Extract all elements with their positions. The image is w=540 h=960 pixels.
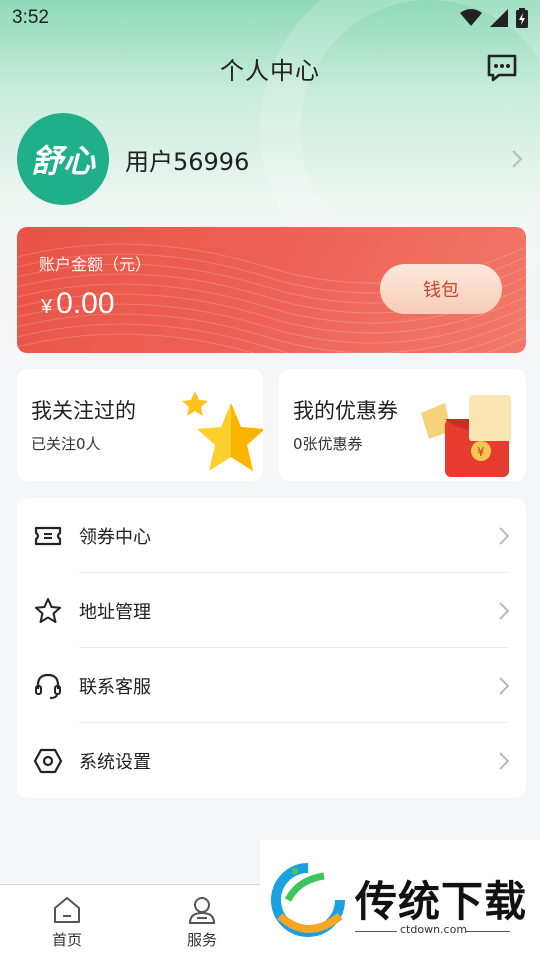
title-bar: 个人中心 bbox=[0, 40, 540, 96]
watermark-rule bbox=[466, 931, 510, 932]
status-icons bbox=[460, 8, 528, 28]
battery-icon bbox=[516, 8, 528, 28]
menu-item-address[interactable]: 地址管理 bbox=[17, 573, 526, 648]
svg-text:¥: ¥ bbox=[477, 445, 485, 459]
chevron-right-icon bbox=[499, 526, 510, 545]
followed-card[interactable]: 我关注过的 已关注0人 bbox=[17, 369, 263, 481]
menu-label: 领券中心 bbox=[79, 526, 151, 548]
tab-label: 首页 bbox=[51, 931, 82, 949]
chevron-right-icon bbox=[499, 751, 510, 770]
username: 用户56996 bbox=[125, 147, 250, 176]
profile-row[interactable]: 舒心 用户56996 bbox=[17, 113, 523, 205]
star-outline-icon bbox=[35, 597, 61, 623]
avatar[interactable]: 舒心 bbox=[17, 113, 109, 205]
balance-label: 账户金额（元） bbox=[39, 255, 152, 274]
wallet-button[interactable]: 钱包 bbox=[380, 264, 502, 314]
menu-item-coupon-center[interactable]: 领券中心 bbox=[17, 498, 526, 573]
tab-service[interactable]: 服务 bbox=[157, 895, 247, 950]
tab-label: 服务 bbox=[186, 931, 217, 949]
page-title: 个人中心 bbox=[220, 56, 320, 85]
star-icon bbox=[182, 391, 263, 471]
watermark-overlay: 传统下载 ctdown.com bbox=[260, 840, 540, 960]
menu-label: 联系客服 bbox=[79, 676, 151, 698]
service-user-icon bbox=[188, 897, 216, 924]
coupon-title: 我的优惠券 bbox=[293, 399, 398, 423]
home-icon bbox=[54, 897, 80, 923]
watermark-logo bbox=[271, 863, 345, 937]
ticket-icon bbox=[34, 526, 62, 545]
chevron-right-icon bbox=[499, 601, 510, 620]
chat-message-icon[interactable] bbox=[486, 52, 518, 84]
followed-title: 我关注过的 bbox=[31, 399, 136, 423]
watermark-rule bbox=[355, 931, 397, 932]
watermark-url: ctdown.com bbox=[400, 923, 468, 936]
menu-label: 地址管理 bbox=[79, 601, 151, 623]
chevron-right-icon bbox=[499, 676, 510, 695]
coupon-card[interactable]: 我的优惠券 0张优惠券 ¥ bbox=[279, 369, 526, 481]
coupon-count: 0张优惠券 bbox=[293, 435, 363, 453]
menu-item-customer-service[interactable]: 联系客服 bbox=[17, 648, 526, 723]
menu-label: 系统设置 bbox=[79, 751, 151, 773]
status-time: 3:52 bbox=[12, 7, 49, 28]
red-packet-icon: ¥ bbox=[421, 395, 511, 477]
balance-amount: ¥0.00 bbox=[41, 287, 115, 321]
wifi-icon bbox=[460, 9, 482, 26]
watermark-text: 传统下载 bbox=[355, 877, 528, 926]
chevron-right-icon bbox=[512, 150, 523, 168]
avatar-text: 舒心 bbox=[30, 142, 95, 180]
settings-hexagon-icon bbox=[33, 748, 63, 773]
currency-symbol: ¥ bbox=[41, 296, 53, 318]
menu-item-settings[interactable]: 系统设置 bbox=[17, 723, 526, 798]
menu-list: 领券中心 地址管理 联系客服 系统设置 bbox=[17, 498, 526, 798]
balance-value: 0.00 bbox=[56, 287, 115, 320]
balance-card: 账户金额（元） ¥0.00 钱包 bbox=[17, 227, 526, 353]
signal-icon bbox=[490, 9, 508, 27]
headset-icon bbox=[35, 673, 61, 699]
status-bar: 3:52 bbox=[0, 0, 540, 36]
followed-count: 已关注0人 bbox=[31, 435, 101, 453]
tab-home[interactable]: 首页 bbox=[22, 895, 112, 950]
